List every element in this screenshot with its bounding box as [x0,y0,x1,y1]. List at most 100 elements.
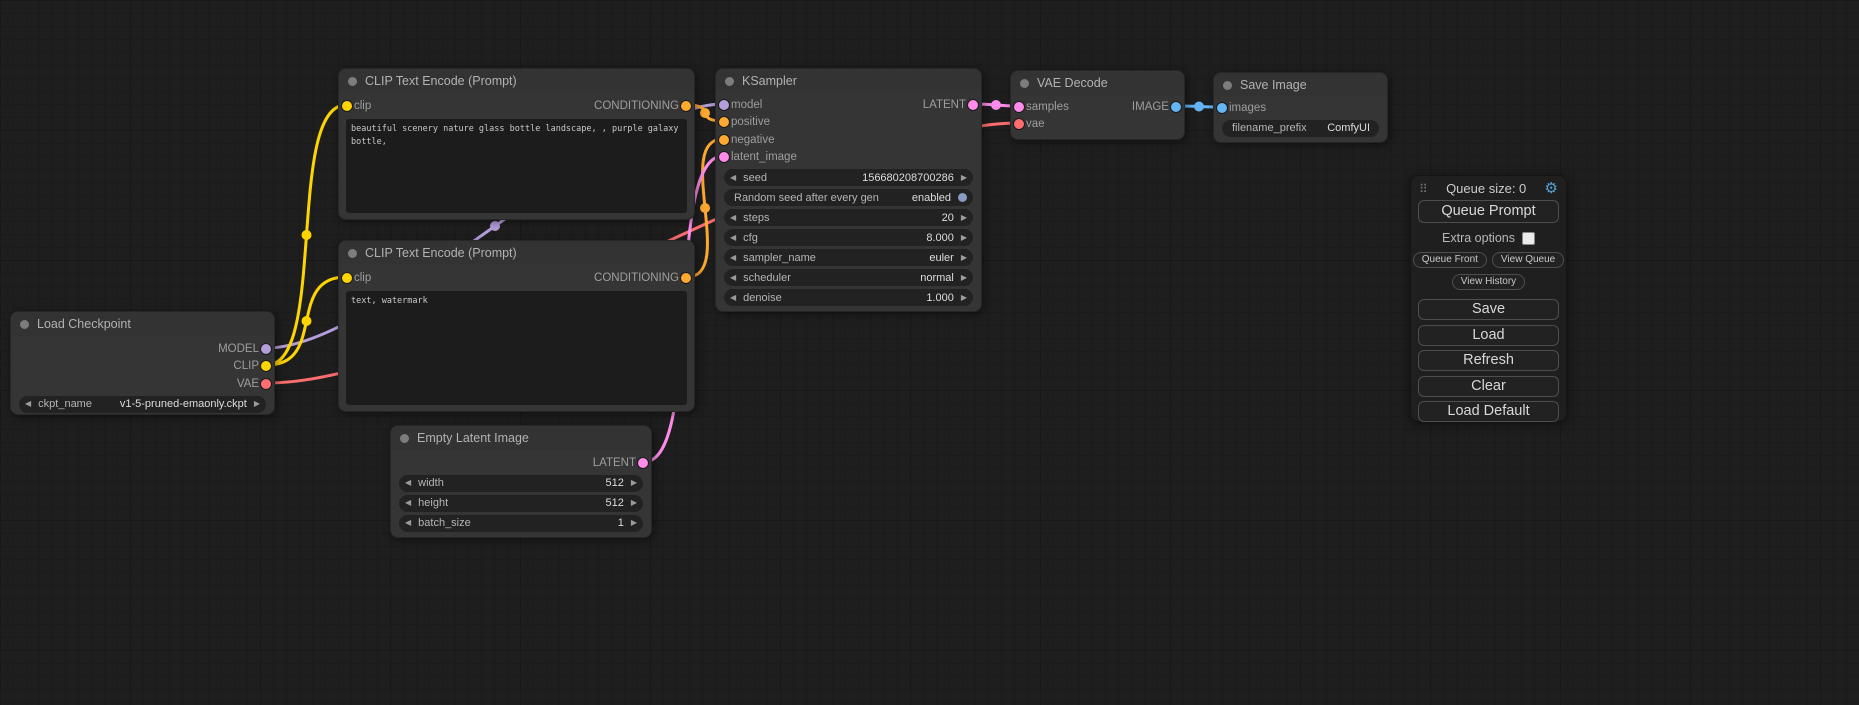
settings-gear-icon[interactable]: ⚙ [1545,181,1558,196]
widget-random-seed-toggle[interactable]: Random seed after every gen enabled [724,189,973,206]
node-clip-text-encode-negative[interactable]: CLIP Text Encode (Prompt) clip CONDITION… [338,240,695,412]
increment-arrow-icon[interactable]: ▶ [254,400,260,408]
input-slot-negative: negative [716,131,981,149]
input-dot-positive[interactable] [719,117,729,127]
node-header[interactable]: CLIP Text Encode (Prompt) [339,69,694,93]
widget-seed[interactable]: ◀ seed 156680208700286 ▶ [724,169,973,186]
node-header[interactable]: KSampler [716,69,981,93]
node-header[interactable]: CLIP Text Encode (Prompt) [339,241,694,265]
collapse-dot[interactable] [1223,81,1232,90]
widget-value: 8.000 [926,232,954,244]
clear-button[interactable]: Clear [1418,376,1559,397]
save-button[interactable]: Save [1418,299,1559,320]
view-history-button[interactable]: View History [1452,274,1525,290]
output-dot-conditioning[interactable] [681,101,691,111]
input-dot-latent-image[interactable] [719,152,729,162]
output-dot-model[interactable] [261,344,271,354]
increment-arrow-icon[interactable]: ▶ [961,214,967,222]
output-label: LATENT [923,99,966,111]
node-title-label: VAE Decode [1037,76,1108,90]
node-save-image[interactable]: Save Image images filename_prefix ComfyU… [1213,72,1388,143]
node-header[interactable]: Empty Latent Image [391,426,651,450]
input-dot-model[interactable] [719,100,729,110]
output-dot-latent[interactable] [968,100,978,110]
widget-cfg[interactable]: ◀ cfg 8.000 ▶ [724,229,973,246]
input-dot-clip[interactable] [342,273,352,283]
increment-arrow-icon[interactable]: ▶ [961,254,967,262]
increment-arrow-icon[interactable]: ▶ [961,174,967,182]
view-queue-button[interactable]: View Queue [1492,252,1564,268]
collapse-dot[interactable] [1020,79,1029,88]
decrement-arrow-icon[interactable]: ◀ [25,400,31,408]
collapse-dot[interactable] [400,434,409,443]
decrement-arrow-icon[interactable]: ◀ [730,234,736,242]
increment-arrow-icon[interactable]: ▶ [631,519,637,527]
increment-arrow-icon[interactable]: ▶ [631,479,637,487]
node-ksampler[interactable]: KSampler model LATENT positive negative … [715,68,982,312]
widget-ckpt-name[interactable]: ◀ ckpt_name v1-5-pruned-emaonly.ckpt ▶ [19,396,266,413]
input-dot-images[interactable] [1217,103,1227,113]
decrement-arrow-icon[interactable]: ◀ [730,214,736,222]
decrement-arrow-icon[interactable]: ◀ [405,499,411,507]
increment-arrow-icon[interactable]: ▶ [961,234,967,242]
slot-row-clip-conditioning: clip CONDITIONING [339,97,694,115]
node-header[interactable]: VAE Decode [1011,71,1184,95]
output-dot-image[interactable] [1171,102,1181,112]
node-empty-latent-image[interactable]: Empty Latent Image LATENT ◀ width 512 ▶ … [390,425,652,538]
output-dot-vae[interactable] [261,379,271,389]
collapse-dot[interactable] [725,77,734,86]
node-title-label: KSampler [742,74,797,88]
collapse-dot[interactable] [348,249,357,258]
node-load-checkpoint[interactable]: Load Checkpoint MODEL CLIP VAE ◀ ckpt_na… [10,311,275,415]
node-header[interactable]: Load Checkpoint [11,312,274,336]
negative-prompt-textarea[interactable]: text, watermark [346,291,687,405]
decrement-arrow-icon[interactable]: ◀ [730,294,736,302]
widget-sampler-name[interactable]: ◀ sampler_name euler ▶ [724,249,973,266]
input-label: samples [1026,101,1069,113]
widget-filename-prefix[interactable]: filename_prefix ComfyUI [1222,120,1379,137]
input-dot-samples[interactable] [1014,102,1024,112]
output-dot-clip[interactable] [261,361,271,371]
output-dot-latent[interactable] [638,458,648,468]
widget-denoise[interactable]: ◀ denoise 1.000 ▶ [724,289,973,306]
menu-header: ⠿ Queue size: 0 ⚙ [1411,176,1566,196]
load-button[interactable]: Load [1418,325,1559,346]
queue-front-button[interactable]: Queue Front [1413,252,1487,268]
increment-arrow-icon[interactable]: ▶ [961,294,967,302]
increment-arrow-icon[interactable]: ▶ [631,499,637,507]
node-graph-canvas[interactable]: Load Checkpoint MODEL CLIP VAE ◀ ckpt_na… [0,0,1859,705]
decrement-arrow-icon[interactable]: ◀ [405,519,411,527]
collapse-dot[interactable] [348,77,357,86]
extra-options-checkbox[interactable] [1522,232,1535,245]
input-dot-clip[interactable] [342,101,352,111]
input-label: model [731,99,762,111]
widget-label: cfg [743,232,758,244]
node-clip-text-encode-positive[interactable]: CLIP Text Encode (Prompt) clip CONDITION… [338,68,695,220]
decrement-arrow-icon[interactable]: ◀ [730,174,736,182]
load-default-button[interactable]: Load Default [1418,401,1559,422]
widget-batch-size[interactable]: ◀ batch_size 1 ▶ [399,515,643,532]
refresh-button[interactable]: Refresh [1418,350,1559,371]
widget-scheduler[interactable]: ◀ scheduler normal ▶ [724,269,973,286]
widget-width[interactable]: ◀ width 512 ▶ [399,475,643,492]
output-label: IMAGE [1132,101,1169,113]
node-vae-decode[interactable]: VAE Decode samples IMAGE vae [1010,70,1185,140]
input-label: negative [731,134,774,146]
output-slot-clip: CLIP [11,358,274,376]
drag-handle-icon[interactable]: ⠿ [1419,182,1428,196]
decrement-arrow-icon[interactable]: ◀ [405,479,411,487]
widget-height[interactable]: ◀ height 512 ▶ [399,495,643,512]
positive-prompt-textarea[interactable]: beautiful scenery nature glass bottle la… [346,119,687,213]
toggle-dot[interactable] [958,193,967,202]
increment-arrow-icon[interactable]: ▶ [961,274,967,282]
collapse-dot[interactable] [20,320,29,329]
node-header[interactable]: Save Image [1214,73,1387,97]
input-slot-latent-image: latent_image [716,149,981,167]
input-dot-vae[interactable] [1014,119,1024,129]
output-dot-conditioning[interactable] [681,273,691,283]
decrement-arrow-icon[interactable]: ◀ [730,274,736,282]
widget-steps[interactable]: ◀ steps 20 ▶ [724,209,973,226]
queue-prompt-button[interactable]: Queue Prompt [1418,200,1559,223]
decrement-arrow-icon[interactable]: ◀ [730,254,736,262]
input-dot-negative[interactable] [719,135,729,145]
